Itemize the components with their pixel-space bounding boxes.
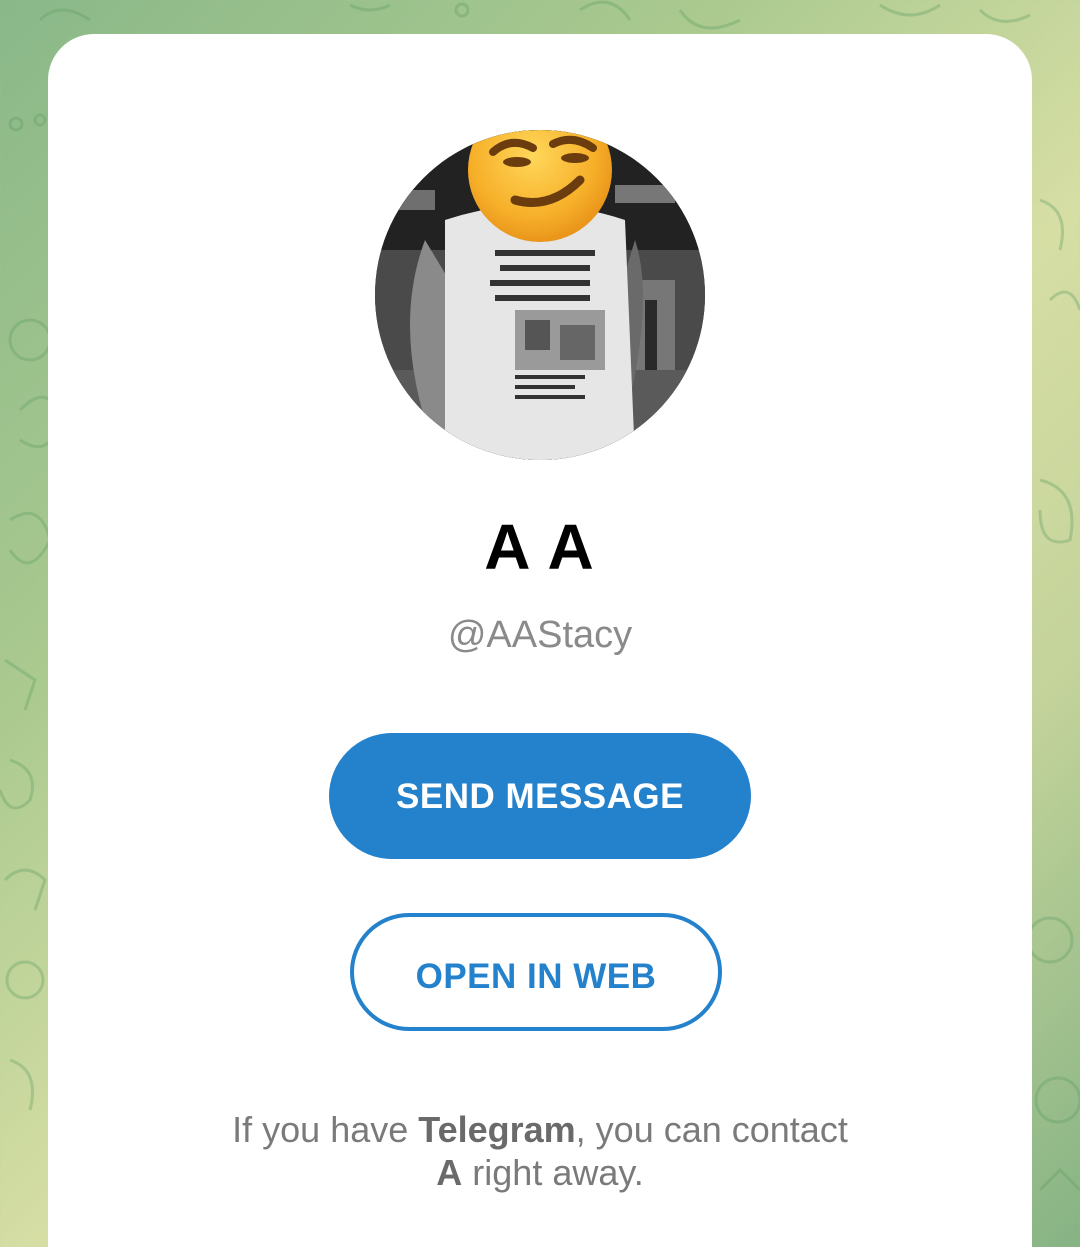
hint-text-part1: If you have [232, 1109, 419, 1150]
profile-display-name: A A [484, 511, 596, 583]
avatar-photo [375, 130, 705, 460]
telegram-hint-text: If you have Telegram, you can contact A r… [140, 1108, 940, 1194]
hint-app-name: Telegram [418, 1109, 576, 1150]
send-message-button[interactable]: SEND MESSAGE [329, 733, 751, 859]
profile-username: @AAStacy [447, 614, 633, 656]
open-in-web-button[interactable]: OPEN IN WEB [350, 913, 722, 1031]
profile-avatar [375, 130, 705, 460]
hint-contact-name: A [436, 1152, 463, 1193]
profile-card: A A @AAStacy SEND MESSAGE OPEN IN WEB If… [48, 34, 1032, 1247]
hint-text-part2: , you can contact [575, 1109, 848, 1150]
hint-text-part3: right away. [462, 1152, 644, 1193]
